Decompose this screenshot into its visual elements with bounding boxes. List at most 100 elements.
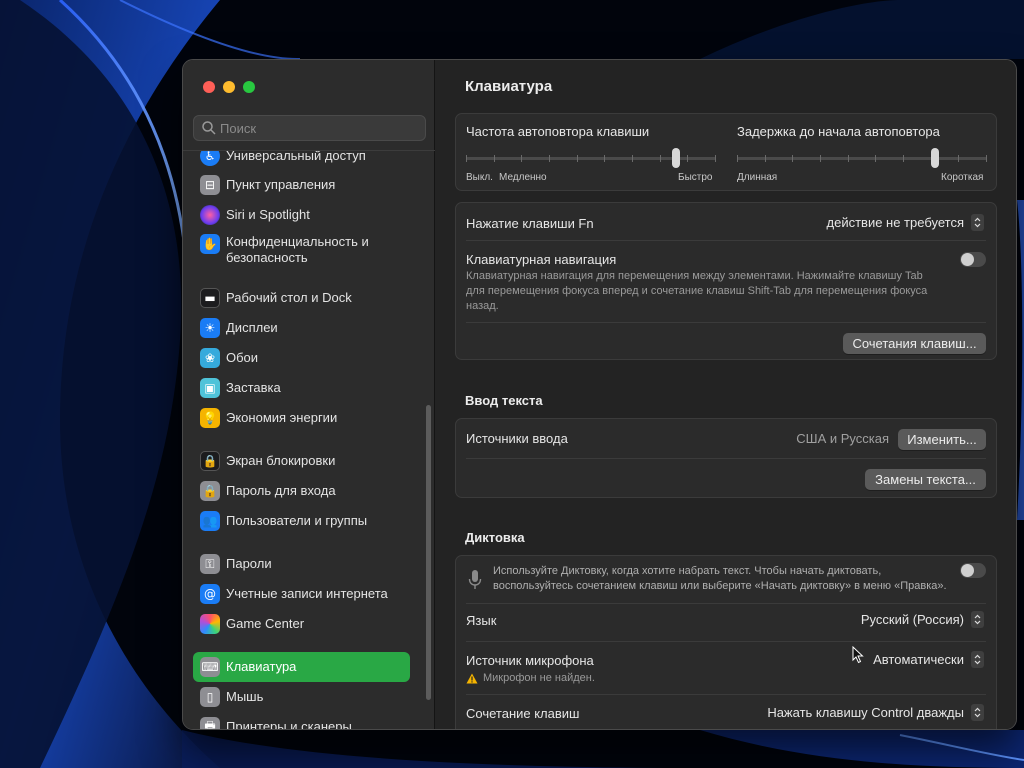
input-sources-label: Источники ввода — [466, 431, 568, 446]
sidebar-item-label: Заставка — [226, 380, 281, 395]
repeat-rate-label: Частота автоповтора клавиши — [466, 124, 650, 139]
sidebar-item-printers[interactable]: 🖶 Принтеры и сканеры — [193, 712, 410, 729]
game-center-icon — [200, 614, 220, 634]
sidebar-item-internet-accounts[interactable]: @ Учетные записи интернета — [193, 579, 410, 609]
slider-tick — [521, 155, 522, 162]
users-groups-icon: 👥 — [200, 511, 220, 531]
repeat-delay-label: Задержка до начала автоповтора — [737, 124, 940, 139]
sidebar-item-label: Клавиатура — [226, 659, 297, 674]
minimize-window-button[interactable] — [223, 81, 235, 93]
sidebar-item-keyboard[interactable]: ⌨ Клавиатура — [193, 652, 410, 682]
dictation-language-popup[interactable]: Русский (Россия) — [861, 611, 984, 628]
close-window-button[interactable] — [203, 81, 215, 93]
chevron-updown-icon — [971, 611, 984, 628]
delay-cap-short: Короткая — [941, 172, 984, 183]
fn-key-popup[interactable]: действие не требуется — [826, 214, 984, 231]
sidebar-item-label: Пользователи и группы — [226, 513, 368, 528]
privacy-hand-icon: ✋ — [200, 234, 220, 254]
sidebar-item-label: Пункт управления — [226, 177, 336, 192]
slider-tick — [632, 155, 633, 162]
sidebar-item-screensaver[interactable]: ▣ Заставка — [193, 373, 410, 403]
sidebar-item-game-center[interactable]: Game Center — [193, 609, 410, 639]
edit-input-sources-button[interactable]: Изменить... — [898, 429, 986, 450]
sidebar-item-label: Дисплеи — [226, 320, 278, 335]
sidebar-item-energy[interactable]: 💡 Экономия энергии — [193, 403, 410, 433]
sidebar-search-field[interactable] — [193, 115, 426, 141]
rate-cap-off: Выкл. — [466, 172, 493, 183]
sidebar: ♿ Универсальный доступ ⊟ Пункт управлени… — [183, 60, 435, 729]
dictation-shortcut-label: Сочетание клавиш — [466, 706, 580, 721]
microphone-warning: Микрофон не найден. — [483, 672, 595, 684]
sidebar-item-label: Обои — [226, 350, 259, 365]
slider-tick — [986, 155, 987, 162]
sidebar-item-label: Экономия энергии — [226, 410, 338, 425]
sidebar-item-control-center[interactable]: ⊟ Пункт управления — [193, 170, 410, 200]
sidebar-item-desktop-dock[interactable]: ▬ Рабочий стол и Dock — [193, 283, 410, 313]
sidebar-item-label: Универсальный доступ — [226, 151, 366, 163]
chevron-updown-icon — [971, 214, 984, 231]
zoom-window-button[interactable] — [243, 81, 255, 93]
accessibility-icon: ♿ — [200, 151, 220, 166]
text-replacements-button[interactable]: Замены текста... — [865, 469, 986, 490]
sidebar-item-label: Экран блокировки — [226, 453, 336, 468]
keyboard-navigation-toggle[interactable] — [960, 252, 986, 267]
slider-tick — [549, 155, 550, 162]
microphone-source-popup[interactable]: Автоматически — [873, 651, 984, 668]
dictation-card: Используйте Диктовку, когда хотите набра… — [455, 555, 997, 729]
sidebar-list: ♿ Универсальный доступ ⊟ Пункт управлени… — [183, 151, 435, 729]
sidebar-item-privacy[interactable]: ✋ Конфиденциальность и безопасность — [193, 230, 410, 270]
dictation-shortcut-popup[interactable]: Нажать клавишу Control дважды — [767, 704, 984, 721]
slider-tick — [604, 155, 605, 162]
sidebar-item-passwords[interactable]: ⚿ Пароли — [193, 549, 410, 579]
sidebar-item-login-password[interactable]: 🔒 Пароль для входа — [193, 476, 410, 506]
search-input[interactable] — [220, 119, 420, 137]
displays-icon: ☀ — [200, 318, 220, 338]
microphone-source-label: Источник микрофона — [466, 653, 594, 668]
sidebar-scrollbar[interactable] — [426, 405, 431, 700]
siri-icon — [200, 205, 220, 225]
microphone-source-value: Автоматически — [873, 652, 964, 667]
fn-navigation-card: Нажатие клавиши Fn действие не требуется… — [455, 202, 997, 360]
screensaver-icon: ▣ — [200, 378, 220, 398]
slider-tick — [875, 155, 876, 162]
sidebar-item-mouse[interactable]: ▯ Мышь — [193, 682, 410, 712]
login-password-icon: 🔒 — [200, 481, 220, 501]
mouse-pointer-icon — [852, 646, 864, 664]
slider-tick — [494, 155, 495, 162]
repeat-rate-slider[interactable] — [466, 147, 716, 171]
slider-tick — [903, 155, 904, 162]
keyboard-shortcuts-button[interactable]: Сочетания клавиш... — [843, 333, 986, 354]
input-sources-value: США и Русская — [796, 431, 889, 446]
row-separator — [466, 322, 986, 323]
row-separator — [466, 458, 986, 459]
sidebar-item-siri-spotlight[interactable]: Siri и Spotlight — [193, 200, 410, 230]
delay-cap-long: Длинная — [737, 172, 778, 183]
sidebar-item-label: Конфиденциальность и безопасность — [226, 234, 369, 265]
wallpaper-icon: ❀ — [200, 348, 220, 368]
sidebar-item-label: Учетные записи интернета — [226, 586, 388, 601]
settings-pane: Клавиатура Частота автоповтора клавиши З… — [436, 60, 1016, 729]
text-input-card: Источники ввода США и Русская Изменить..… — [455, 418, 997, 498]
slider-tick — [466, 155, 467, 162]
sidebar-item-users-groups[interactable]: 👥 Пользователи и группы — [193, 506, 410, 536]
control-center-icon: ⊟ — [200, 175, 220, 195]
text-input-section-title: Ввод текста — [465, 393, 543, 408]
slider-knob[interactable] — [672, 148, 680, 168]
repeat-delay-slider[interactable] — [737, 147, 987, 171]
rate-cap-fast: Быстро — [678, 172, 713, 183]
slider-tick — [792, 155, 793, 162]
slider-tick — [687, 155, 688, 162]
mouse-icon: ▯ — [200, 687, 220, 707]
fn-key-value: действие не требуется — [826, 215, 965, 230]
sidebar-item-accessibility[interactable]: ♿ Универсальный доступ — [193, 151, 410, 171]
slider-tick — [715, 155, 716, 162]
slider-knob[interactable] — [931, 148, 939, 168]
row-separator — [466, 694, 986, 695]
microphone-icon — [468, 570, 482, 589]
sidebar-item-label: Game Center — [226, 616, 305, 631]
slider-tick — [820, 155, 821, 162]
sidebar-item-lock-screen[interactable]: 🔒 Экран блокировки — [193, 446, 410, 476]
dictation-toggle[interactable] — [960, 563, 986, 578]
sidebar-item-wallpaper[interactable]: ❀ Обои — [193, 343, 410, 373]
sidebar-item-displays[interactable]: ☀ Дисплеи — [193, 313, 410, 343]
